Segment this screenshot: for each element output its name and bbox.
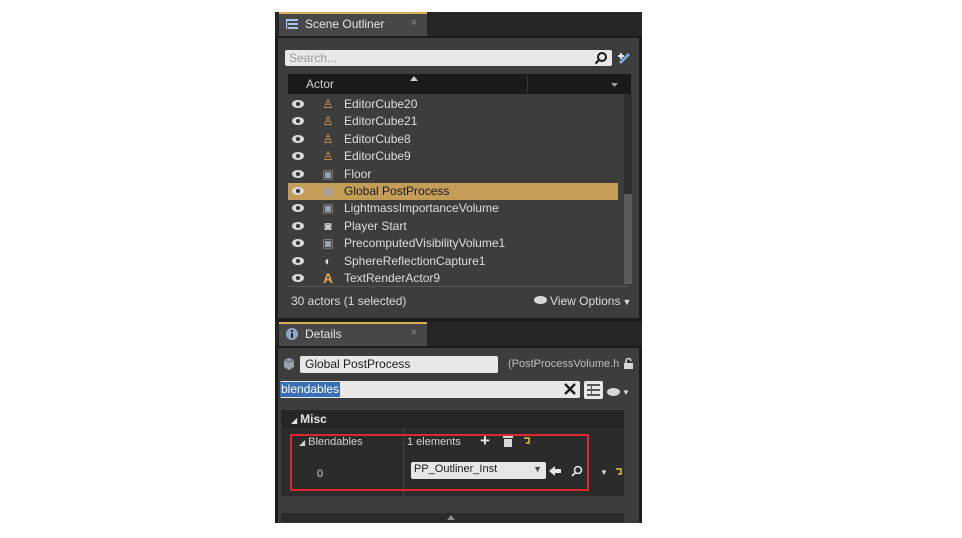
tab-scene-outliner[interactable]: Scene Outliner ×: [279, 12, 427, 36]
view-options-label: View Options: [550, 294, 621, 308]
tab-scene-outliner-label: Scene Outliner: [305, 17, 385, 31]
search-icon[interactable]: [594, 51, 608, 65]
eye-icon: [534, 296, 547, 304]
tab-details-label: Details: [305, 327, 342, 341]
actor-count: 30 actors (1 selected): [291, 294, 407, 308]
actor-name: EditorCube21: [344, 114, 418, 129]
visibility-eye-icon[interactable]: [292, 100, 304, 108]
visibility-eye-icon[interactable]: [292, 134, 304, 143]
actor-row[interactable]: ◐ SphereReflectionCapture1: [288, 253, 618, 270]
chevron-down-icon[interactable]: ▼: [600, 468, 608, 477]
column-options-chevron-icon[interactable]: [611, 83, 618, 87]
actor-column-header[interactable]: Actor: [288, 74, 631, 94]
visibility-eye-icon[interactable]: [292, 239, 304, 248]
actor-name: TextRenderActor9: [344, 271, 441, 285]
actor-blueprint-icon: ♙: [322, 97, 334, 111]
actor-row[interactable]: ♙ EditorCube9: [288, 148, 618, 165]
actor-row[interactable]: ♙ EditorCube21: [288, 113, 618, 130]
visibility-eye-icon[interactable]: [292, 187, 304, 195]
visibility-eye-icon[interactable]: [292, 169, 304, 178]
visibility-eye-icon[interactable]: [292, 152, 304, 161]
actor-row[interactable]: A TextRenderActor9: [288, 270, 618, 287]
scene-outliner: Actor ♙ EditorCube20 ♙ EditorCube21 ♙ EditorC…: [278, 38, 639, 318]
details-bottom-bar: [281, 513, 624, 522]
sort-ascending-icon: [410, 76, 418, 81]
property-matrix-button[interactable]: [584, 381, 603, 399]
category-misc-label: ◢ Misc: [291, 412, 327, 426]
actor-blueprint-icon: ♙: [322, 131, 334, 146]
class-name-link[interactable]: (PostProcessVolume.h: [508, 358, 619, 370]
eye-icon: [607, 388, 620, 396]
details-info-icon: [286, 328, 298, 340]
visibility-eye-icon[interactable]: [292, 117, 304, 126]
volume-icon: ▣: [322, 201, 334, 216]
actor-name: Floor: [344, 166, 372, 181]
actor-name: Player Start: [344, 218, 407, 233]
search-input[interactable]: [285, 50, 583, 66]
actor-blueprint-icon: ♙: [322, 149, 334, 164]
actor-row[interactable]: ◙ Player Start: [288, 218, 618, 235]
visibility-eye-icon[interactable]: [292, 256, 304, 265]
actor-name: EditorCube20: [344, 97, 418, 111]
actor-blueprint-icon: ♙: [322, 114, 334, 129]
category-misc[interactable]: ◢ Misc: [281, 410, 624, 428]
actor-row[interactable]: ♙ EditorCube8: [288, 131, 618, 148]
outliner-tab-bar: Scene Outliner ×: [275, 12, 642, 36]
reflection-capture-icon: ◐: [324, 253, 332, 268]
view-options-button[interactable]: View Options ▼: [534, 294, 631, 308]
static-mesh-icon: ▣: [322, 166, 334, 181]
search-box: [285, 50, 612, 66]
actor-name: PrecomputedVisibilityVolume1: [344, 236, 506, 251]
collapse-up-icon[interactable]: [447, 515, 455, 520]
highlight-box: [290, 434, 589, 491]
visibility-filter-button[interactable]: ▼: [607, 385, 630, 399]
expand-triangle-icon: ◢: [291, 416, 298, 425]
tab-details[interactable]: Details ×: [279, 322, 427, 346]
outliner-list-icon: [286, 19, 298, 29]
grid-icon: [587, 384, 600, 396]
actor-row[interactable]: ▣ Global PostProcess: [288, 183, 618, 200]
actor-row[interactable]: ▣ LightmassImportanceVolume: [288, 200, 618, 217]
property-search-input[interactable]: blendables: [280, 381, 580, 398]
divider: [288, 286, 628, 287]
actor-row[interactable]: ▣ Floor: [288, 166, 618, 183]
gamepad-icon: ◙: [324, 218, 332, 233]
actor-row[interactable]: ▣ PrecomputedVisibilityVolume1: [288, 235, 618, 252]
actor-name: EditorCube9: [344, 149, 411, 164]
actor-name: EditorCube8: [344, 131, 411, 146]
text-render-icon: A: [322, 270, 334, 286]
actor-name: SphereReflectionCapture1: [344, 253, 486, 268]
postprocess-volume-icon: ▣: [322, 184, 334, 198]
details-tab-bar: Details ×: [275, 322, 642, 346]
visibility-eye-icon[interactable]: [292, 221, 304, 230]
visibility-eye-icon[interactable]: [292, 204, 304, 213]
lock-icon[interactable]: [622, 357, 635, 370]
actor-name: Global PostProcess: [344, 184, 450, 198]
chevron-down-icon: ▼: [622, 297, 632, 307]
postprocess-volume-icon: [283, 358, 295, 370]
close-icon[interactable]: ×: [411, 327, 417, 339]
reset-to-default-icon[interactable]: [615, 468, 623, 475]
object-name-field[interactable]: Global PostProcess: [300, 356, 498, 373]
volume-icon: ▣: [322, 236, 334, 251]
visibility-eye-icon[interactable]: [292, 274, 304, 282]
actor-name: LightmassImportanceVolume: [344, 201, 499, 216]
clear-search-icon[interactable]: [564, 383, 576, 395]
scrollbar-thumb[interactable]: [624, 194, 632, 284]
column-divider: [527, 76, 528, 92]
add-actor-icon[interactable]: [616, 50, 632, 66]
column-header-label: Actor: [306, 77, 335, 91]
close-icon[interactable]: ×: [411, 17, 417, 29]
chevron-down-icon: ▼: [622, 388, 630, 397]
actor-row[interactable]: ♙ EditorCube20: [288, 96, 618, 113]
property-search-text: blendables: [280, 382, 341, 397]
